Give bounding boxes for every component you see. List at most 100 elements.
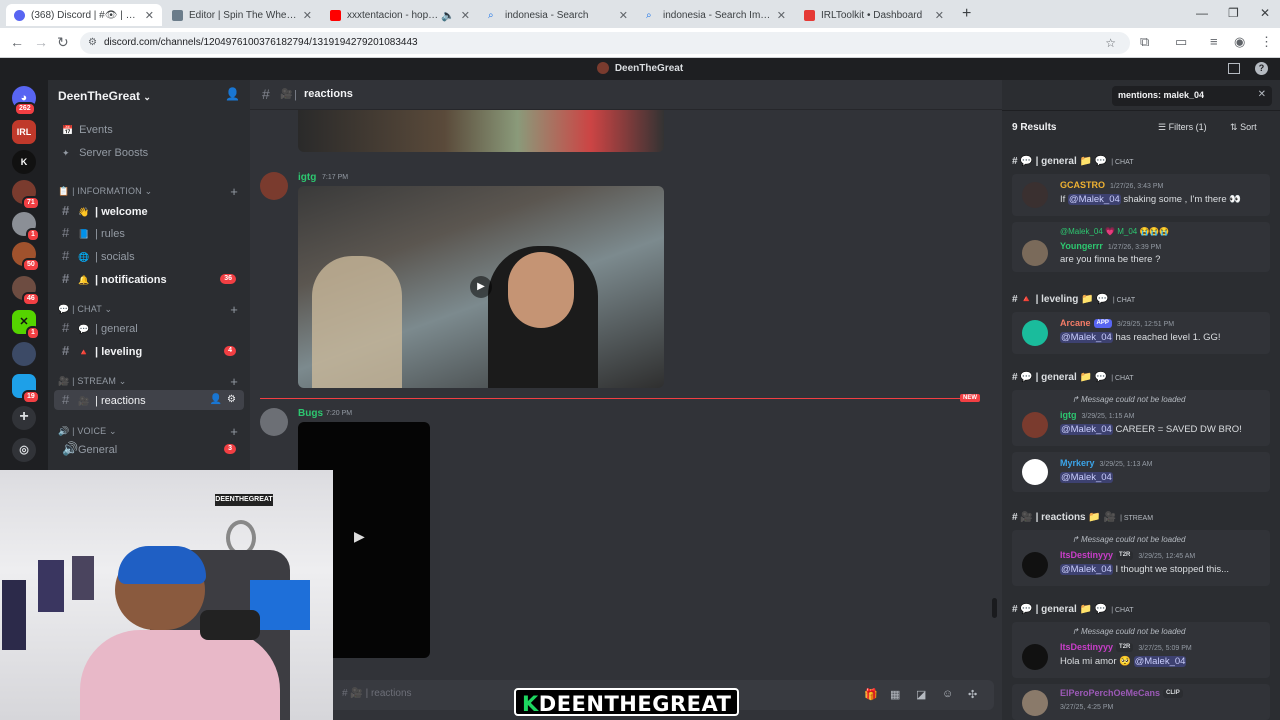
video-embed[interactable]: ▶ [298, 186, 664, 388]
cast-icon[interactable]: ▭ [1175, 34, 1187, 50]
search-result[interactable]: ↱ Message could not be loaded ItsDestiny… [1012, 622, 1270, 678]
channel-notifications[interactable]: # 🔔 | notifications 36 [54, 269, 244, 289]
channel-rules[interactable]: # 📘 | rules [54, 223, 244, 243]
play-icon[interactable]: ▶ [470, 276, 492, 298]
search-result[interactable]: Arcane APP 3/29/25, 12:51 PM @Malek_04 has… [1012, 312, 1270, 354]
result-channel-header[interactable]: # 🎥 | reactions 📁 🎥 | STREAM [1012, 512, 1153, 523]
media-icon[interactable]: ≡ [1210, 34, 1218, 49]
close-tab-icon[interactable]: ✕ [303, 9, 312, 22]
result-channel-header[interactable]: # 💬 | general 📁 💬 | CHAT [1012, 604, 1134, 615]
add-channel-icon[interactable]: + [230, 184, 238, 199]
search-result[interactable]: ElPeroPerchOeMeCans CLIP 3/27/25, 4:25 PM [1012, 684, 1270, 720]
tab-spin-wheel[interactable]: Editor | Spin The Wheel - Random ✕ [164, 4, 320, 26]
settings-gear-icon[interactable]: ⚙ [227, 390, 236, 410]
sort-button[interactable]: ⇅ Sort [1230, 122, 1257, 133]
browser-tab-strip: (368) Discord | #👁 | reactions ✕ Editor … [0, 0, 1280, 28]
pink-shirt [80, 630, 280, 720]
voice-channel-general[interactable]: 🔊General 3 [54, 439, 244, 459]
search-input[interactable]: mentions: malek_04 ✕ [1112, 86, 1272, 106]
category-voice[interactable]: 🔊 | VOICE ⌄ + [58, 424, 244, 439]
close-tab-icon[interactable]: ✕ [935, 9, 944, 22]
clear-search-icon[interactable]: ✕ [1258, 89, 1266, 100]
close-window-button[interactable]: ✕ [1260, 6, 1270, 20]
extensions-icon[interactable]: ⧉ [1140, 34, 1149, 50]
avatar[interactable] [260, 172, 288, 200]
avatar[interactable] [260, 408, 288, 436]
hash-icon: # [62, 320, 70, 335]
site-info-icon[interactable]: ⚙ [88, 32, 97, 54]
search-result[interactable]: ↱ Message could not be loaded ItsDestiny… [1012, 530, 1270, 586]
channel-leveling[interactable]: # 🔺 | leveling 4 [54, 341, 244, 361]
help-icon[interactable]: ? [1255, 62, 1268, 75]
channel-reactions[interactable]: # 🎥 | reactions 👤 ⚙ [54, 390, 244, 410]
category-information[interactable]: 📋 | INFORMATION ⌄ + [58, 184, 244, 199]
add-channel-icon[interactable]: + [230, 374, 238, 389]
profile-icon[interactable]: ◉ [1234, 34, 1245, 50]
youtube-favicon-icon [330, 9, 341, 21]
inbox-icon[interactable] [1228, 63, 1240, 74]
server-irl-icon[interactable]: IRL [12, 120, 36, 144]
add-channel-icon[interactable]: + [230, 302, 238, 317]
reply-icon: ↱ [1072, 395, 1079, 404]
apps-icon[interactable]: ✣ [968, 688, 977, 701]
search-result[interactable]: Myrkery 3/29/25, 1:13 AM @Malek_04 [1012, 452, 1270, 492]
server-moon-icon[interactable] [12, 342, 36, 366]
tab-irltoolkit[interactable]: IRLToolkit • Dashboard ✕ [796, 4, 952, 26]
reply-icon: ↱ [1072, 627, 1079, 636]
server-header[interactable]: DeenTheGreat ⌄ 👤 [48, 80, 250, 110]
message-author[interactable]: igtg [298, 172, 316, 183]
category-stream[interactable]: 🎥 | STREAM ⌄ + [58, 374, 244, 389]
result-channel-header[interactable]: # 🔺 | leveling 📁 💬 | CHAT [1012, 294, 1135, 305]
server-k-icon[interactable]: K [12, 150, 36, 174]
close-tab-icon[interactable]: ✕ [777, 9, 786, 22]
tab-search[interactable]: ⌕ indonesia - Search ✕ [480, 4, 636, 26]
search-result[interactable]: @Malek_04 💗 M_04 😭😭😭 Youngerrr 1/27/26, 3… [1012, 222, 1270, 272]
filters-button[interactable]: ☰ Filters (1) [1158, 122, 1207, 133]
invite-icon[interactable]: 👤 [210, 390, 222, 410]
channel-welcome[interactable]: # 👋 | welcome [54, 201, 244, 221]
chat-area: # 🎥 | reactions ≋ 🔕 📌 👥 igtg 7:17 PM ▶ N… [250, 80, 1097, 720]
channel-socials[interactable]: # 🌐 | socials [54, 246, 244, 266]
result-channel-header[interactable]: # 💬 | general 📁 💬 | CHAT [1012, 156, 1134, 167]
maximize-button[interactable]: ❐ [1228, 6, 1239, 20]
discover-compass-icon[interactable]: ◎ [12, 438, 36, 462]
gif-icon[interactable]: ▦ [890, 688, 900, 701]
video-thumbnail[interactable] [298, 110, 664, 152]
channel-general[interactable]: # 💬 | general [54, 318, 244, 338]
play-icon[interactable]: ▶ [354, 528, 365, 545]
close-tab-icon[interactable]: ✕ [461, 9, 470, 22]
new-badge: NEW [960, 394, 980, 402]
new-tab-button[interactable]: + [962, 5, 971, 23]
sticker-icon[interactable]: ◪ [916, 688, 926, 701]
bookmark-star-icon[interactable]: ☆ [1105, 32, 1116, 54]
sidebar-item-events[interactable]: 📅 Events [54, 120, 244, 140]
chat-scrollbar[interactable] [992, 598, 997, 618]
irltoolkit-favicon-icon [804, 9, 815, 21]
message-author[interactable]: Bugs [298, 408, 323, 419]
tab-search-images[interactable]: ⌕ indonesia - Search Images ✕ [638, 4, 794, 26]
emoji-icon[interactable]: ☺ [942, 688, 953, 700]
message-timestamp: 7:17 PM [322, 174, 349, 181]
menu-kebab-icon[interactable]: ⋮ [1260, 34, 1273, 50]
add-channel-icon[interactable]: + [230, 424, 238, 439]
tab-discord[interactable]: (368) Discord | #👁 | reactions ✕ [6, 4, 162, 26]
close-tab-icon[interactable]: ✕ [619, 9, 628, 22]
minimize-button[interactable]: — [1196, 6, 1208, 20]
reload-icon[interactable]: ↻ [57, 34, 69, 51]
url-field[interactable]: ⚙ discord.com/channels/12049761003761827… [80, 32, 1130, 54]
result-channel-header[interactable]: # 💬 | general 📁 💬 | CHAT [1012, 372, 1134, 383]
add-server-icon[interactable]: + [12, 406, 36, 430]
search-result[interactable]: ↱ Message could not be loaded igtg 3/29/2… [1012, 390, 1270, 446]
gift-icon[interactable]: 🎁 [864, 688, 878, 701]
back-arrow-icon[interactable]: ← [10, 34, 24, 50]
reply-icon: ↱ [1072, 535, 1079, 544]
speaker-icon[interactable]: 🔈 [441, 9, 455, 22]
hash-icon: # [62, 392, 70, 407]
tab-youtube[interactable]: xxxtentacion - hope ( slowed 🔈 ✕ [322, 4, 478, 26]
search-result[interactable]: GCASTRO 1/27/26, 3:43 PM If @Malek_04 sha… [1012, 174, 1270, 216]
forward-arrow-icon[interactable]: → [34, 34, 48, 50]
category-chat[interactable]: 💬 | CHAT ⌄ + [58, 302, 244, 317]
close-tab-icon[interactable]: ✕ [145, 9, 154, 22]
sidebar-item-server-boosts[interactable]: ✦ Server Boosts [54, 143, 244, 163]
invite-person-icon[interactable]: 👤 [225, 87, 240, 101]
